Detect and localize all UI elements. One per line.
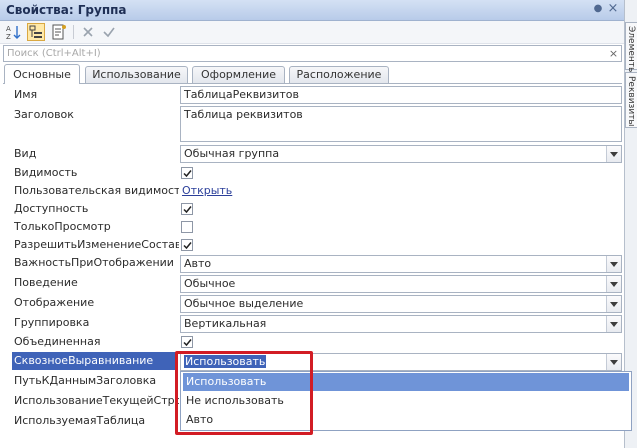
side-tab-elements[interactable]: Элементы <box>625 22 637 74</box>
prop-label-grouping: Группировка <box>14 316 90 329</box>
prop-label-behavior: Поведение <box>14 276 78 289</box>
tab-divider <box>3 83 622 84</box>
open-link[interactable]: Открыть <box>182 182 232 200</box>
chevron-down-icon[interactable] <box>606 316 621 332</box>
dropdown-option-use[interactable]: Использовать <box>183 373 629 391</box>
svg-text:Z: Z <box>6 33 11 41</box>
tab-usage[interactable]: Использование <box>85 66 188 83</box>
importance-select-value: Авто <box>184 257 212 270</box>
close-icon[interactable]: × <box>607 2 619 16</box>
prop-label-header-path: ПутьКДаннымЗаголовка <box>14 374 157 387</box>
properties-page-icon[interactable] <box>50 23 68 41</box>
svg-text:A: A <box>6 25 11 33</box>
united-checkbox[interactable] <box>181 336 193 348</box>
sort-az-icon[interactable]: AZ <box>4 23 22 41</box>
chevron-down-icon[interactable] <box>606 296 621 312</box>
display-select-value: Обычное выделение <box>184 297 304 310</box>
tab-main[interactable]: Основные <box>4 64 80 84</box>
prop-label-readonly: ТолькоПросмотр <box>14 220 111 233</box>
display-select[interactable]: Обычное выделение <box>180 295 622 313</box>
dropdown-option-auto[interactable]: Авто <box>183 411 629 429</box>
readonly-checkbox[interactable] <box>181 221 193 233</box>
title-bar: Свойства: Группа ● × <box>0 0 624 21</box>
toolbar-separator <box>73 25 74 39</box>
tab-design[interactable]: Оформление <box>192 66 285 83</box>
grouping-select[interactable]: Вертикальная <box>180 315 622 333</box>
side-tab-elements-label: Элементы <box>626 26 636 75</box>
prop-label-user-visible: Пользовательская видимость <box>14 184 179 197</box>
tab-layout[interactable]: Расположение <box>289 66 389 83</box>
chevron-down-icon[interactable] <box>606 354 621 370</box>
caption-field[interactable]: Таблица реквизитов <box>180 106 622 142</box>
chevron-down-icon[interactable] <box>606 256 621 272</box>
prop-label-name: Имя <box>14 88 38 101</box>
cancel-x-icon[interactable] <box>79 23 97 41</box>
grouping-select-value: Вертикальная <box>184 317 267 330</box>
name-field[interactable]: ТаблицаРеквизитов <box>180 86 622 104</box>
toolbar: AZ <box>0 21 624 44</box>
prop-label-enabled: Доступность <box>14 202 89 215</box>
search-input[interactable] <box>3 45 622 62</box>
prop-label-used-table: ИспользуемаяТаблица <box>14 414 146 427</box>
search-clear-icon[interactable]: × <box>607 47 620 60</box>
dropdown-option-not-use[interactable]: Не использовать <box>183 392 629 410</box>
pin-icon[interactable]: ● <box>592 3 604 15</box>
behavior-select[interactable]: Обычное <box>180 275 622 293</box>
through-align-select-value: Использовать <box>184 355 267 368</box>
enabled-checkbox[interactable] <box>181 203 193 215</box>
side-tab-attributes-label: Реквизиты <box>626 76 636 127</box>
allow-change-checkbox[interactable] <box>181 239 193 251</box>
categories-icon[interactable] <box>27 23 45 41</box>
view-select[interactable]: Обычная группа <box>180 145 622 163</box>
chevron-down-icon[interactable] <box>606 146 621 162</box>
prop-label-display: Отображение <box>14 296 95 309</box>
through-align-select[interactable]: Использовать <box>180 353 622 371</box>
chevron-down-icon[interactable] <box>606 276 621 292</box>
side-tab-attributes[interactable]: Реквизиты <box>625 72 637 128</box>
prop-label-view: Вид <box>14 147 37 160</box>
prop-label-through-align: СквозноеВыравнивание <box>12 352 177 370</box>
prop-label-allow-change: РазрешитьИзменениеСостава <box>14 238 179 251</box>
prop-label-use-current-row: ИспользованиеТекущейСтроки <box>14 394 179 407</box>
prop-label-importance: ВажностьПриОтображении <box>14 256 174 269</box>
importance-select[interactable]: Авто <box>180 255 622 273</box>
prop-label-united: Объединенная <box>14 335 101 348</box>
window-title: Свойства: Группа <box>6 3 127 17</box>
view-select-value: Обычная группа <box>184 147 280 160</box>
prop-label-visible: Видимость <box>14 166 78 179</box>
dropdown-list: Использовать Не использовать Авто <box>180 371 632 431</box>
prop-label-caption: Заголовок <box>14 108 74 121</box>
behavior-select-value: Обычное <box>184 277 236 290</box>
apply-check-icon[interactable] <box>100 23 118 41</box>
visible-checkbox[interactable] <box>181 167 193 179</box>
